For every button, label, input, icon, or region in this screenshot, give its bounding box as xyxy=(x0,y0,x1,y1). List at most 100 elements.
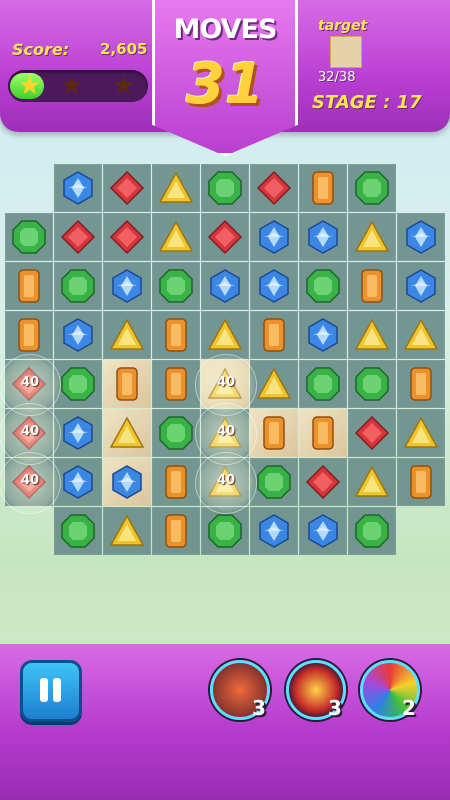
board-cell[interactable] xyxy=(103,360,151,408)
board-cell[interactable] xyxy=(348,458,396,506)
board-cell[interactable] xyxy=(103,213,151,261)
moves-value: 31 xyxy=(186,52,264,117)
board-cell[interactable] xyxy=(250,409,298,457)
board-cell[interactable] xyxy=(299,311,347,359)
board-cell[interactable] xyxy=(299,213,347,261)
orange-gem-icon xyxy=(263,318,285,352)
red-gem-icon xyxy=(207,219,243,255)
orange-gem-icon xyxy=(18,318,40,352)
board-cell[interactable] xyxy=(201,213,249,261)
board-cell[interactable] xyxy=(250,213,298,261)
board-cell[interactable] xyxy=(152,262,200,310)
board-cell[interactable] xyxy=(397,311,445,359)
board-cell[interactable] xyxy=(299,262,347,310)
board-cell[interactable] xyxy=(397,213,445,261)
orange-gem-icon xyxy=(263,416,285,450)
score-value: 2,605 xyxy=(100,40,148,58)
board-cell[interactable] xyxy=(103,409,151,457)
board-cell[interactable] xyxy=(152,360,200,408)
red-gem-icon xyxy=(60,219,96,255)
board-cell[interactable] xyxy=(201,262,249,310)
board-cell[interactable] xyxy=(250,458,298,506)
match-points-label: 40 xyxy=(20,375,40,390)
star-icon-3: ★ xyxy=(112,71,136,101)
match-points-label: 40 xyxy=(216,375,236,390)
board-cell[interactable] xyxy=(103,311,151,359)
star-icon-2: ★ xyxy=(60,71,84,101)
match-points-label: 40 xyxy=(20,424,40,439)
pause-button[interactable] xyxy=(20,660,82,722)
green-gem-icon xyxy=(306,269,340,303)
board-cell[interactable] xyxy=(54,409,102,457)
board-cell[interactable] xyxy=(54,458,102,506)
board-cell[interactable] xyxy=(397,458,445,506)
board-cell[interactable] xyxy=(299,458,347,506)
yellow-gem-icon xyxy=(158,220,194,252)
board-cell[interactable] xyxy=(201,507,249,555)
yellow-gem-icon xyxy=(403,318,439,350)
board-cell[interactable] xyxy=(348,360,396,408)
green-gem-icon xyxy=(355,514,389,548)
blue-gem-icon xyxy=(406,220,436,254)
yellow-gem-icon xyxy=(109,416,145,448)
orange-gem-icon xyxy=(312,171,334,205)
board-cell[interactable] xyxy=(5,262,53,310)
board-cell[interactable] xyxy=(348,164,396,212)
board-cell[interactable] xyxy=(250,507,298,555)
board-cell[interactable] xyxy=(54,507,102,555)
board-cell[interactable] xyxy=(250,311,298,359)
green-gem-icon xyxy=(208,514,242,548)
board-cell[interactable] xyxy=(397,262,445,310)
board-cell[interactable] xyxy=(103,458,151,506)
board-cell[interactable] xyxy=(348,507,396,555)
green-gem-icon xyxy=(61,514,95,548)
board-cell[interactable] xyxy=(54,360,102,408)
board-cell[interactable] xyxy=(348,409,396,457)
red-gem-icon xyxy=(354,415,390,451)
board-cell[interactable] xyxy=(152,458,200,506)
board-cell[interactable] xyxy=(250,164,298,212)
board-cell[interactable] xyxy=(250,262,298,310)
board-cell[interactable] xyxy=(5,213,53,261)
board-cell[interactable] xyxy=(152,409,200,457)
board-cell[interactable] xyxy=(103,507,151,555)
green-gem-icon xyxy=(12,220,46,254)
score-label: Score: xyxy=(12,40,70,59)
board-cell[interactable] xyxy=(397,409,445,457)
board-cell[interactable] xyxy=(152,164,200,212)
board-cell[interactable] xyxy=(152,311,200,359)
yellow-gem-icon xyxy=(109,318,145,350)
yellow-gem-icon xyxy=(354,220,390,252)
board-cell[interactable] xyxy=(152,213,200,261)
board-cell[interactable] xyxy=(348,262,396,310)
yellow-gem-icon xyxy=(109,514,145,546)
red-gem-icon xyxy=(109,219,145,255)
board-cell[interactable] xyxy=(201,164,249,212)
board-cell[interactable] xyxy=(299,360,347,408)
target-sand-tile-icon xyxy=(330,36,362,68)
orange-gem-icon xyxy=(165,514,187,548)
board-cell[interactable] xyxy=(299,409,347,457)
board-cell[interactable] xyxy=(152,507,200,555)
board-cell[interactable] xyxy=(103,262,151,310)
board-cell[interactable] xyxy=(54,262,102,310)
orange-gem-icon xyxy=(410,367,432,401)
blue-gem-icon xyxy=(63,465,93,499)
board-cell[interactable] xyxy=(348,213,396,261)
board-cell[interactable] xyxy=(201,311,249,359)
board-cell[interactable] xyxy=(103,164,151,212)
board-cell[interactable] xyxy=(348,311,396,359)
orange-gem-icon xyxy=(165,318,187,352)
blue-gem-icon xyxy=(308,318,338,352)
board-cell[interactable] xyxy=(54,311,102,359)
board-cell[interactable] xyxy=(299,164,347,212)
board-cell[interactable] xyxy=(250,360,298,408)
green-gem-icon xyxy=(306,367,340,401)
blue-gem-icon xyxy=(308,220,338,254)
board-cell[interactable] xyxy=(397,360,445,408)
board-cell[interactable] xyxy=(54,213,102,261)
green-gem-icon xyxy=(61,367,95,401)
board-cell[interactable] xyxy=(54,164,102,212)
board-cell[interactable] xyxy=(299,507,347,555)
board-cell[interactable] xyxy=(5,311,53,359)
